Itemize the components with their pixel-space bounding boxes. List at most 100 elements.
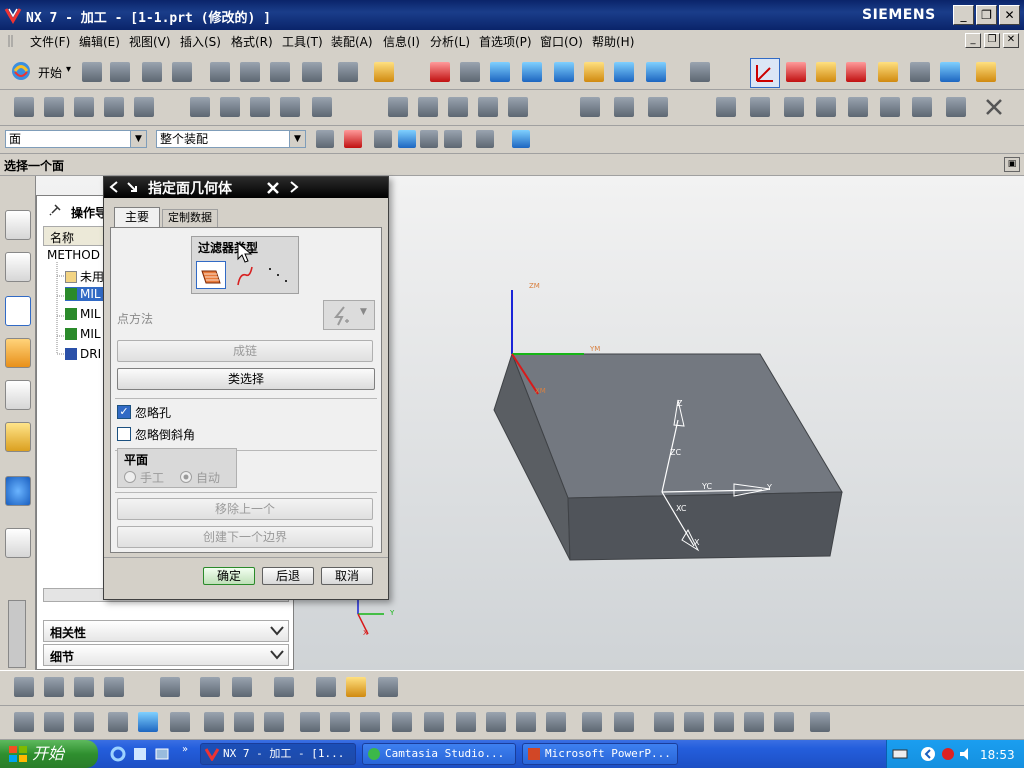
feature-icon-24[interactable] — [744, 712, 764, 732]
feature-icon-8[interactable] — [234, 712, 254, 732]
selection-icon[interactable] — [374, 62, 394, 82]
operation-navigator-tab[interactable] — [5, 296, 31, 326]
section-details[interactable]: 细节 — [43, 644, 289, 666]
cut-icon[interactable] — [210, 62, 230, 82]
tree-row-mill[interactable]: MIL — [65, 307, 101, 321]
menu-window[interactable]: 窗口(O) — [540, 33, 583, 50]
move-icon[interactable] — [880, 97, 900, 117]
ignore-holes-option[interactable]: ✓ 忽略孔 — [117, 404, 377, 422]
window-restore-button[interactable]: ❐ — [976, 5, 997, 25]
new-icon[interactable] — [82, 62, 102, 82]
menu-assembly[interactable]: 装配(A) — [331, 33, 373, 50]
face-select-icon[interactable] — [398, 130, 416, 148]
program-view-icon[interactable] — [190, 97, 210, 117]
paste-icon[interactable] — [270, 62, 290, 82]
chevron-down-icon[interactable] — [270, 626, 284, 636]
task-camtasia[interactable]: Camtasia Studio... — [362, 743, 516, 765]
create-geometry-icon[interactable] — [74, 97, 94, 117]
menu-file[interactable]: 文件(F) — [30, 33, 70, 50]
print-icon[interactable] — [172, 62, 192, 82]
save-icon[interactable] — [142, 62, 162, 82]
feature-icon-26[interactable] — [810, 712, 830, 732]
feature-icon-14[interactable] — [424, 712, 444, 732]
feed-rate-icon[interactable] — [580, 97, 600, 117]
rotate-icon[interactable] — [554, 62, 574, 82]
feature-icon-11[interactable] — [330, 712, 350, 732]
point-filter-icon[interactable] — [266, 265, 292, 287]
undo-icon[interactable] — [338, 62, 358, 82]
cancel-button[interactable]: 取消 — [321, 567, 373, 585]
start-label[interactable]: 开始 — [38, 64, 62, 81]
checkbox-icon[interactable] — [117, 427, 131, 441]
workpiece-solid[interactable] — [480, 260, 860, 590]
menu-tools[interactable]: 工具(T) — [282, 33, 323, 50]
replay-icon[interactable] — [846, 62, 866, 82]
doc-restore-button[interactable]: ❐ — [984, 33, 1000, 48]
menu-help[interactable]: 帮助(H) — [592, 33, 634, 50]
chevron-down-icon[interactable]: ▼ — [360, 307, 367, 317]
selection-scope-select[interactable]: 整个装配 ▼ — [156, 130, 306, 148]
verify-icon[interactable] — [878, 62, 898, 82]
post-icon[interactable] — [910, 62, 930, 82]
shaded-icon[interactable] — [614, 62, 634, 82]
menu-format[interactable]: 格式(R) — [231, 33, 273, 50]
view-orient-icon[interactable] — [646, 62, 666, 82]
hide-icon[interactable] — [816, 97, 836, 117]
feature-icon-13[interactable] — [392, 712, 412, 732]
tree-row-method[interactable]: METHOD — [47, 248, 100, 262]
geometry-view-icon[interactable] — [250, 97, 270, 117]
pan-icon[interactable] — [584, 62, 604, 82]
feature-icon-20[interactable] — [614, 712, 634, 732]
zoom-icon[interactable] — [490, 62, 510, 82]
quicklaunch-more-icon[interactable]: » — [182, 744, 188, 755]
chevron-down-icon[interactable] — [270, 650, 284, 660]
transform-icon[interactable] — [912, 97, 932, 117]
resource-scrollbar[interactable] — [8, 600, 26, 668]
copy-object-icon[interactable] — [448, 97, 468, 117]
object-display-icon[interactable] — [946, 97, 966, 117]
menu-insert[interactable]: 插入(S) — [180, 33, 221, 50]
chevron-down-icon[interactable]: ▼ — [289, 131, 305, 147]
point-select-icon[interactable] — [374, 130, 392, 148]
doc-close-button[interactable]: ✕ — [1003, 33, 1019, 48]
mill-op-icon[interactable] — [14, 677, 34, 697]
feature-icon-16[interactable] — [486, 712, 506, 732]
feature-icon-18[interactable] — [546, 712, 566, 732]
blank-icon[interactable] — [750, 97, 770, 117]
curve-op-icon[interactable] — [274, 677, 294, 697]
measure-icon[interactable] — [976, 62, 996, 82]
tree-row-unused[interactable]: 未用 — [65, 268, 104, 285]
filter-type-select[interactable]: 面 ▼ — [5, 130, 147, 148]
shop-doc-icon[interactable] — [940, 62, 960, 82]
feature-icon-25[interactable] — [774, 712, 794, 732]
feature-icon-4[interactable] — [108, 712, 128, 732]
copy-icon[interactable] — [240, 62, 260, 82]
remove-last-button[interactable]: 移除上一个 — [117, 498, 373, 520]
window-minimize-button[interactable]: _ — [953, 5, 974, 25]
rectangle-select-icon[interactable] — [476, 130, 494, 148]
analysis-icon[interactable] — [716, 97, 736, 117]
chevron-left-icon[interactable] — [108, 181, 120, 193]
fit-icon[interactable] — [430, 62, 450, 82]
drill-op-icon[interactable] — [160, 677, 180, 697]
window-close-button[interactable]: ✕ — [999, 5, 1020, 25]
feature-icon-9[interactable] — [264, 712, 284, 732]
feature-icon-17[interactable] — [516, 712, 536, 732]
section-dependencies[interactable]: 相关性 — [43, 620, 289, 642]
edit-object-icon[interactable] — [388, 97, 408, 117]
rename-object-icon[interactable] — [508, 97, 528, 117]
menu-view[interactable]: 视图(V) — [129, 33, 171, 50]
task-powerpoint[interactable]: Microsoft PowerP... — [522, 743, 678, 765]
keyboard-icon[interactable] — [892, 746, 908, 762]
general-select-icon[interactable] — [344, 130, 362, 148]
create-operation-icon[interactable] — [134, 97, 154, 117]
desktop-icon[interactable] — [154, 746, 170, 762]
feature-icon-10[interactable] — [300, 712, 320, 732]
information-tab[interactable] — [5, 476, 31, 506]
ignore-chamfers-option[interactable]: 忽略倒斜角 — [117, 426, 377, 444]
class-select-button[interactable]: 类选择 — [117, 368, 375, 390]
feature-icon-7[interactable] — [204, 712, 224, 732]
pattern-icon[interactable] — [346, 677, 366, 697]
layer-icon[interactable] — [848, 97, 868, 117]
menu-information[interactable]: 信息(I) — [383, 33, 420, 50]
